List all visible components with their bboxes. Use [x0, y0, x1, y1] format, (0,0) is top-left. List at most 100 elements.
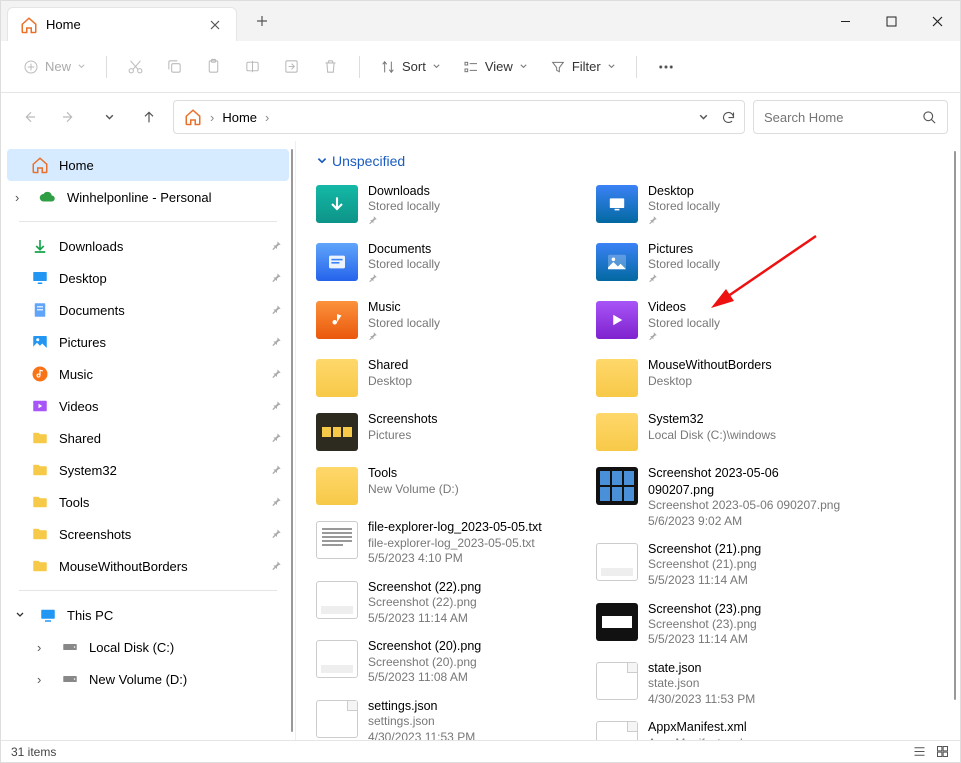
minimize-button[interactable]: [822, 1, 868, 41]
tab-home[interactable]: Home: [7, 7, 237, 41]
pin-icon: [271, 463, 285, 478]
content-item[interactable]: DesktopStored locally: [596, 179, 846, 233]
nav-quick-documents[interactable]: Documents: [1, 294, 295, 326]
content-item[interactable]: DownloadsStored locally: [316, 179, 566, 233]
chevron-down-icon: [432, 62, 441, 71]
content-item[interactable]: ToolsNew Volume (D:): [316, 461, 566, 511]
nav-quick-desktop[interactable]: Desktop: [1, 262, 295, 294]
sort-button[interactable]: Sort: [372, 50, 449, 84]
pin-icon: [271, 399, 285, 414]
cut-button[interactable]: [119, 50, 152, 84]
content-item[interactable]: System32Local Disk (C:)\windows: [596, 407, 846, 457]
pin-icon: [271, 559, 285, 574]
delete-button[interactable]: [314, 50, 347, 84]
nav-quick-mousewithoutborders[interactable]: MouseWithoutBorders: [1, 550, 295, 582]
plus-icon: [256, 15, 268, 27]
nav-quick-music[interactable]: Music: [1, 358, 295, 390]
content-item[interactable]: file-explorer-log_2023-05-05.txtfile-exp…: [316, 515, 566, 570]
pin-icon: [271, 335, 285, 350]
content-item[interactable]: state.jsonstate.json4/30/2023 11:53 PM: [596, 656, 846, 711]
content-item[interactable]: ScreenshotsPictures: [316, 407, 566, 457]
nav-quick-screenshots[interactable]: Screenshots: [1, 518, 295, 550]
breadcrumb-home[interactable]: Home: [222, 110, 257, 125]
filter-button[interactable]: Filter: [542, 50, 624, 84]
new-button[interactable]: New: [15, 50, 94, 84]
tab-close-button[interactable]: [206, 16, 224, 34]
nav-drive[interactable]: ›New Volume (D:): [1, 663, 295, 695]
item-icon: [316, 241, 358, 283]
content-item[interactable]: DocumentsStored locally: [316, 237, 566, 291]
share-button[interactable]: [275, 50, 308, 84]
forward-button[interactable]: [53, 101, 85, 133]
paste-button[interactable]: [197, 50, 230, 84]
item-icon: [316, 698, 358, 740]
search-box[interactable]: [753, 100, 948, 134]
group-header[interactable]: Unspecified: [316, 153, 940, 169]
copy-button[interactable]: [158, 50, 191, 84]
expand-icon[interactable]: ›: [37, 640, 51, 655]
content-item[interactable]: PicturesStored locally: [596, 237, 846, 291]
expand-icon[interactable]: ›: [37, 672, 51, 687]
up-button[interactable]: [133, 101, 165, 133]
maximize-icon: [886, 16, 897, 27]
collapse-icon[interactable]: [15, 608, 29, 623]
content-scrollbar[interactable]: [954, 151, 956, 700]
item-icon: [596, 411, 638, 453]
new-tab-button[interactable]: [247, 6, 277, 36]
content-item[interactable]: Screenshot (21).pngScreenshot (21).png5/…: [596, 537, 846, 592]
content-item[interactable]: Screenshot (20).pngScreenshot (20).png5/…: [316, 634, 566, 689]
pc-icon: [39, 606, 57, 624]
up-icon: [141, 109, 157, 125]
rename-button[interactable]: [236, 50, 269, 84]
address-bar[interactable]: › Home ›: [173, 100, 745, 134]
content-item[interactable]: SharedDesktop: [316, 353, 566, 403]
view-label: View: [485, 59, 513, 74]
details-view-button[interactable]: [912, 744, 927, 759]
search-input[interactable]: [764, 110, 914, 125]
nav-this-pc[interactable]: This PC: [1, 599, 295, 631]
item-icon: [596, 183, 638, 225]
close-window-button[interactable]: [914, 1, 960, 41]
chevron-down-icon[interactable]: [698, 112, 709, 123]
nav-quick-system32[interactable]: System32: [1, 454, 295, 486]
cloud-icon: [39, 188, 57, 206]
home-icon: [184, 108, 202, 126]
content-item[interactable]: AppxManifest.xmlAppxManifest.xml4/30/202…: [596, 715, 846, 740]
view-button[interactable]: View: [455, 50, 536, 84]
expand-icon[interactable]: ›: [15, 190, 29, 205]
pin-icon: [648, 215, 720, 229]
chevron-down-icon: [77, 62, 86, 71]
new-label: New: [45, 59, 71, 74]
command-bar: New Sort View Filter: [1, 41, 960, 93]
close-icon: [932, 16, 943, 27]
content-item[interactable]: Screenshot 2023-05-06 090207.pngScreensh…: [596, 461, 846, 533]
nav-drive[interactable]: ›Local Disk (C:): [1, 631, 295, 663]
content-item[interactable]: Screenshot (22).pngScreenshot (22).png5/…: [316, 575, 566, 630]
pin-icon: [368, 215, 440, 229]
refresh-icon[interactable]: [721, 110, 736, 125]
title-bar: Home: [1, 1, 960, 41]
content-item[interactable]: VideosStored locally: [596, 295, 846, 349]
more-button[interactable]: [649, 50, 683, 84]
nav-quick-downloads[interactable]: Downloads: [1, 230, 295, 262]
cut-icon: [127, 58, 144, 75]
item-icon: [316, 411, 358, 453]
separator: [636, 56, 637, 78]
nav-home[interactable]: Home: [7, 149, 289, 181]
recent-button[interactable]: [93, 101, 125, 133]
content-item[interactable]: MusicStored locally: [316, 295, 566, 349]
maximize-button[interactable]: [868, 1, 914, 41]
back-button[interactable]: [13, 101, 45, 133]
nav-onedrive[interactable]: › Winhelponline - Personal: [1, 181, 295, 213]
tiles-view-button[interactable]: [935, 744, 950, 759]
content-item[interactable]: settings.jsonsettings.json4/30/2023 11:5…: [316, 694, 566, 740]
nav-quick-shared[interactable]: Shared: [1, 422, 295, 454]
nav-scrollbar[interactable]: [291, 149, 293, 732]
nav-quick-videos[interactable]: Videos: [1, 390, 295, 422]
content-item[interactable]: MouseWithoutBordersDesktop: [596, 353, 846, 403]
pin-icon: [271, 495, 285, 510]
content-item[interactable]: Screenshot (23).pngScreenshot (23).png5/…: [596, 597, 846, 652]
nav-quick-pictures[interactable]: Pictures: [1, 326, 295, 358]
nav-quick-tools[interactable]: Tools: [1, 486, 295, 518]
tab-title: Home: [46, 17, 81, 32]
